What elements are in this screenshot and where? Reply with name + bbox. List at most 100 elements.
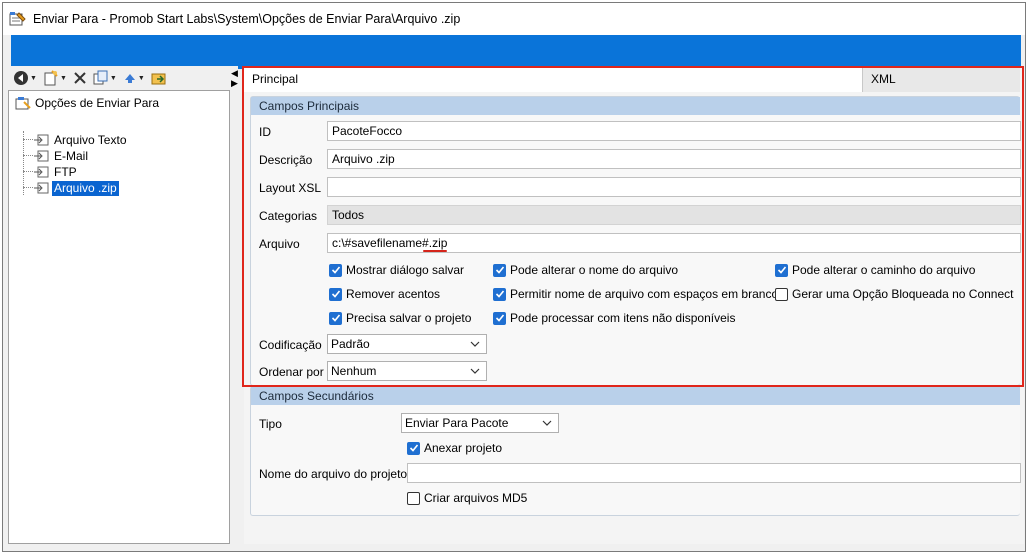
- checkbox-label: Pode alterar o caminho do arquivo: [792, 263, 976, 277]
- checkbox-label: Anexar projeto: [424, 441, 503, 455]
- categorias-field[interactable]: Todos: [327, 205, 1021, 225]
- checkbox-mostrar-dialogo[interactable]: Mostrar diálogo salvar: [329, 263, 464, 277]
- checkbox-alterar-caminho[interactable]: Pode alterar o caminho do arquivo: [775, 263, 975, 277]
- checkbox-label: Pode processar com itens não disponíveis: [510, 311, 736, 325]
- chevron-down-icon: ▼: [30, 74, 37, 82]
- checkbox-remover-acentos[interactable]: Remover acentos: [329, 287, 440, 301]
- nome-arquivo-label: Nome do arquivo do projeto: [259, 467, 408, 481]
- up-arrow-icon: [124, 74, 135, 83]
- tree-item-arquivo-zip[interactable]: Arquivo .zip: [33, 180, 119, 196]
- checkbox-alterar-nome[interactable]: Pode alterar o nome do arquivo: [493, 263, 678, 277]
- arquivo-value-extension: .zip: [428, 236, 448, 250]
- group-header: Campos Secundários: [251, 387, 1020, 405]
- properties-panel: Principal XML Campos Principais ID Pacot…: [244, 66, 1024, 544]
- tree-root-node[interactable]: Opções de Enviar Para: [15, 95, 159, 111]
- checkbox-label: Pode alterar o nome do arquivo: [510, 263, 679, 277]
- tree-item-arquivo-texto[interactable]: Arquivo Texto: [33, 132, 129, 148]
- tipo-value: Enviar Para Pacote: [405, 416, 509, 430]
- arquivo-label: Arquivo: [259, 237, 300, 251]
- checkbox-checked-icon: [493, 311, 506, 325]
- layout-xsl-field[interactable]: [327, 177, 1021, 197]
- tipo-select[interactable]: Enviar Para Pacote: [401, 413, 559, 433]
- tree-item-email[interactable]: E-Mail: [33, 148, 90, 164]
- checkbox-label: Mostrar diálogo salvar: [346, 263, 465, 277]
- layout-xsl-label: Layout XSL: [259, 181, 322, 195]
- group-header: Campos Principais: [251, 97, 1020, 115]
- chevron-down-icon: [470, 368, 480, 374]
- move-up-button[interactable]: ▼: [121, 69, 147, 87]
- arquivo-value-prefix: c:\#savefilename#: [332, 236, 429, 250]
- checkbox-itens-nao-disponiveis[interactable]: Pode processar com itens não disponíveis: [493, 311, 735, 325]
- tree-item-label: E-Mail: [54, 148, 89, 163]
- checkbox-precisa-salvar[interactable]: Precisa salvar o projeto: [329, 311, 471, 325]
- ribbon-bar: [11, 35, 1021, 69]
- send-to-icon: [33, 134, 49, 146]
- categorias-label: Categorias: [259, 209, 318, 223]
- checkbox-checked-icon: [329, 311, 342, 325]
- descricao-field[interactable]: Arquivo .zip: [327, 149, 1021, 169]
- back-arrow-icon: [14, 71, 28, 85]
- group-campos-principais: Campos Principais ID PacoteFocco Descriç…: [250, 96, 1021, 386]
- tree-toolbar: ▼ ▼ ▼ ▼: [8, 66, 230, 90]
- new-document-icon: [44, 70, 58, 86]
- id-field[interactable]: PacoteFocco: [327, 121, 1021, 141]
- export-folder-icon: [151, 73, 166, 85]
- group-campos-secundarios: Campos Secundários Tipo Enviar Para Paco…: [250, 386, 1021, 516]
- new-item-button[interactable]: ▼: [41, 69, 69, 87]
- checkbox-label: Permitir nome de arquivo com espaços em …: [510, 287, 779, 301]
- checkbox-checked-icon: [407, 441, 420, 455]
- group-title: Campos Secundários: [259, 389, 374, 403]
- ordenar-label: Ordenar por: [259, 365, 324, 379]
- tab-label: Principal: [252, 72, 299, 86]
- tab-principal[interactable]: Principal: [244, 66, 862, 92]
- copy-icon: [93, 70, 108, 85]
- tree-panel: ▼ ▼ ▼ ▼ Opções de Enviar Para Arquivo Te…: [8, 66, 230, 544]
- chevron-down-icon: ▼: [59, 74, 67, 82]
- copy-button[interactable]: ▼: [91, 69, 119, 87]
- checkbox-anexar-projeto[interactable]: Anexar projeto: [407, 441, 502, 455]
- delete-button[interactable]: [71, 69, 89, 87]
- tree-connector: [23, 131, 24, 195]
- tree-item-ftp[interactable]: FTP: [33, 164, 79, 180]
- expand-right-icon[interactable]: ▶: [231, 78, 238, 89]
- tree-connector: [23, 139, 33, 140]
- send-to-icon: [33, 182, 49, 194]
- checkbox-label: Gerar uma Opção Bloqueada no Connect: [792, 287, 1014, 301]
- tab-label: XML: [871, 72, 896, 86]
- tree-item-label: Arquivo .zip: [52, 180, 119, 196]
- chevron-down-icon: ▼: [137, 74, 145, 82]
- back-button[interactable]: ▼: [11, 69, 39, 87]
- codificacao-value: Padrão: [331, 337, 370, 351]
- id-label: ID: [259, 125, 271, 139]
- checkbox-permitir-espacos[interactable]: Permitir nome de arquivo com espaços em …: [493, 287, 778, 301]
- export-button[interactable]: [149, 69, 169, 87]
- checkbox-label: Criar arquivos MD5: [424, 491, 528, 505]
- send-to-icon: [33, 150, 49, 162]
- checkbox-checked-icon: [329, 287, 342, 301]
- categorias-value: Todos: [332, 208, 365, 222]
- group-title: Campos Principais: [259, 99, 360, 113]
- nome-arquivo-field[interactable]: [407, 463, 1021, 483]
- send-to-icon: [33, 166, 49, 178]
- codificacao-label: Codificação: [259, 338, 322, 352]
- checkbox-checked-icon: [493, 263, 506, 277]
- delete-x-icon: [74, 72, 86, 84]
- checkbox-unchecked-icon: [775, 287, 788, 301]
- checkbox-criar-md5[interactable]: Criar arquivos MD5: [407, 491, 527, 505]
- tree-connector: [23, 187, 33, 188]
- descricao-label: Descrição: [259, 153, 313, 167]
- codificacao-select[interactable]: Padrão: [327, 334, 487, 354]
- id-value: PacoteFocco: [332, 124, 403, 138]
- ordenar-select[interactable]: Nenhum: [327, 361, 487, 381]
- panel-splitter[interactable]: ◀ ▶: [230, 66, 238, 544]
- tree-connector: [23, 155, 33, 156]
- tipo-label: Tipo: [259, 417, 282, 431]
- tab-strip: Principal XML: [244, 66, 1020, 92]
- chevron-down-icon: ▼: [109, 74, 117, 82]
- tab-xml[interactable]: XML: [862, 66, 1020, 92]
- checkbox-checked-icon: [493, 287, 506, 301]
- options-tree: Opções de Enviar Para Arquivo Texto E-Ma…: [8, 90, 230, 544]
- app-icon: [9, 11, 27, 27]
- title-bar: Enviar Para - Promob Start Labs\System\O…: [3, 3, 1025, 35]
- checkbox-gerar-opcao-bloqueada[interactable]: Gerar uma Opção Bloqueada no Connect: [775, 287, 1013, 301]
